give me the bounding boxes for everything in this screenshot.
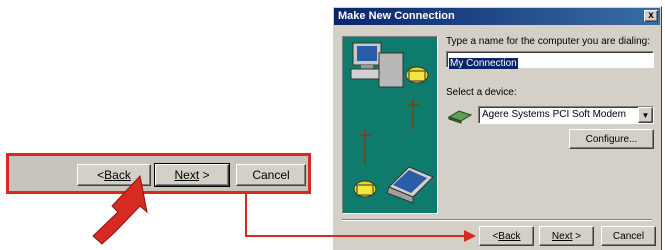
zoom-next-button[interactable]: Next > [154,163,230,187]
zoom-back-button[interactable]: < Back [77,164,151,186]
configure-button[interactable]: Configure... [569,129,654,149]
telephone-pole-icon [359,99,419,165]
computer-icon [350,42,404,88]
laptop-icon [386,166,434,204]
make-new-connection-dialog: Make New Connection x Type a name for th… [332,6,662,250]
next-button[interactable]: Next > [539,226,594,246]
name-prompt-label: Type a name for the computer you are dia… [446,36,651,47]
phone-icon [405,66,429,84]
connection-name-value: My Connection [449,58,518,69]
back-label: Back [498,230,521,242]
close-button[interactable]: x [644,10,658,22]
zoomed-button-bar: < Back Next > Cancel [6,153,311,194]
cancel-button[interactable]: Cancel [601,226,656,246]
zoom-cancel-button[interactable]: Cancel [236,164,306,186]
connection-illustration [342,36,438,214]
modem-icon [447,110,473,124]
zoom-next-label: Next [174,168,200,182]
dialog-title: Make New Connection [338,10,455,22]
next-label: Next [551,230,573,242]
dialog-titlebar: Make New Connection [334,8,660,25]
device-select-value: Agere Systems PCI Soft Modem [482,109,626,120]
close-icon: x [648,10,654,21]
back-button[interactable]: < Back [479,226,534,246]
connection-name-input[interactable]: My Connection [446,51,654,69]
zoom-back-label: Back [104,168,131,182]
zoom-cancel-label: Cancel [252,168,290,182]
chevron-down-icon[interactable]: ▼ [638,107,653,123]
device-prompt-label: Select a device: [446,87,517,98]
phone-icon [353,180,377,198]
cancel-label: Cancel [612,230,645,242]
dialog-separator [342,219,652,221]
connection-illustration-graphic [350,42,434,204]
configure-label: Configure... [585,133,638,145]
device-select[interactable]: Agere Systems PCI Soft Modem ▼ [478,106,654,124]
